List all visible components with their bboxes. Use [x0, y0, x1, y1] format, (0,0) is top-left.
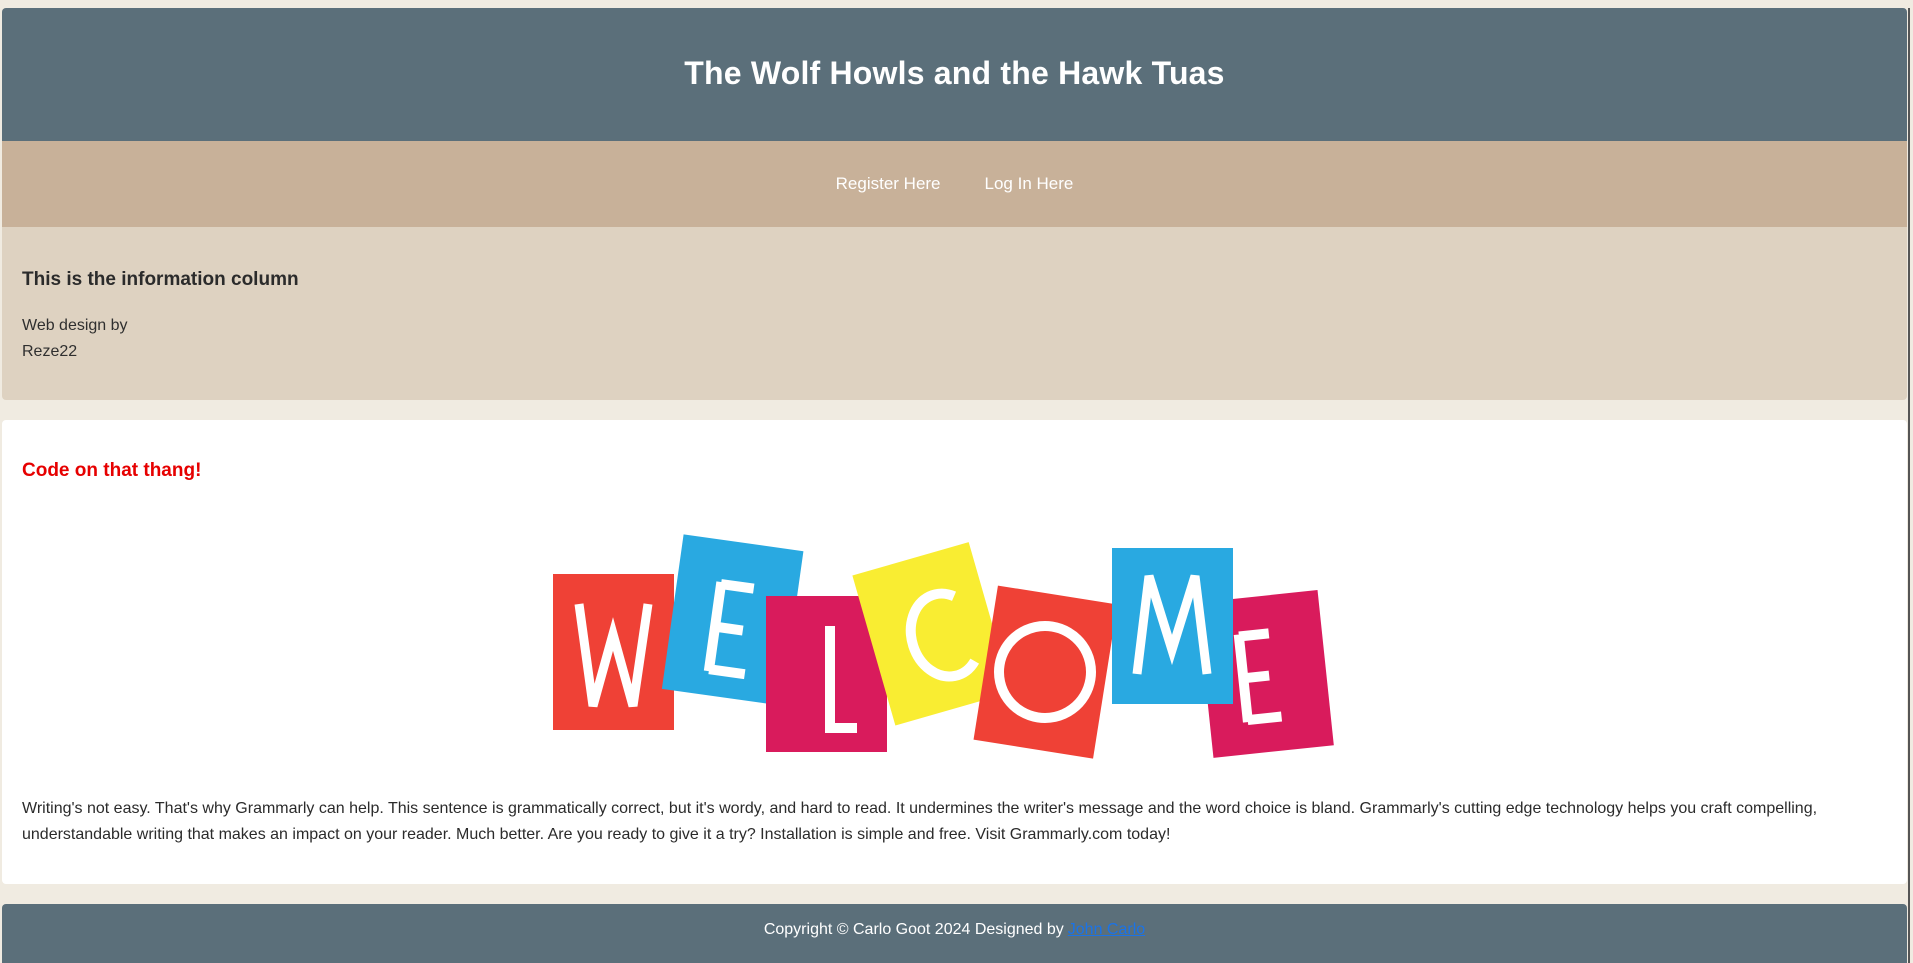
footer-copyright: Copyright © Carlo Goot 2024 Designed by: [763, 921, 1064, 938]
credit-line-1: Web design by: [22, 317, 128, 334]
window-scrollbar-edge[interactable]: [1908, 8, 1910, 963]
site-header: The Wolf Howls and the Hawk Tuas: [2, 8, 1907, 141]
main-heading: Code on that thang!: [22, 460, 202, 481]
information-column: This is the information column Web desig…: [2, 227, 1907, 400]
page-container: The Wolf Howls and the Hawk Tuas Registe…: [2, 8, 1907, 963]
welcome-tile-o: [973, 585, 1117, 759]
site-footer: Copyright © Carlo Goot 2024 Designed by J…: [2, 904, 1907, 963]
main-content: Code on that thang! Writing's not easy. …: [2, 420, 1907, 884]
welcome-image-container: [2, 534, 1907, 770]
footer-content: Copyright © Carlo Goot 2024 Designed by J…: [764, 921, 1145, 939]
footer-designer-link[interactable]: John Carlo: [1068, 921, 1145, 938]
welcome-tile-m: [1111, 548, 1233, 704]
welcome-image: [552, 534, 1334, 759]
tile-m-bg: [1111, 548, 1233, 704]
site-title: The Wolf Howls and the Hawk Tuas: [684, 55, 1225, 91]
info-credit: Web design by Reze22: [22, 313, 1887, 365]
welcome-tile-w: [552, 574, 674, 730]
browser-viewport: The Wolf Howls and the Hawk Tuas Registe…: [0, 0, 1913, 963]
main-nav: Register Here Log In Here: [2, 141, 1907, 227]
nav-link-register[interactable]: Register Here: [836, 174, 941, 194]
body-paragraph: Writing's not easy. That's why Grammarly…: [22, 800, 1818, 843]
info-heading: This is the information column: [22, 269, 299, 290]
credit-line-2: Reze22: [22, 343, 78, 360]
nav-link-login[interactable]: Log In Here: [985, 174, 1074, 194]
